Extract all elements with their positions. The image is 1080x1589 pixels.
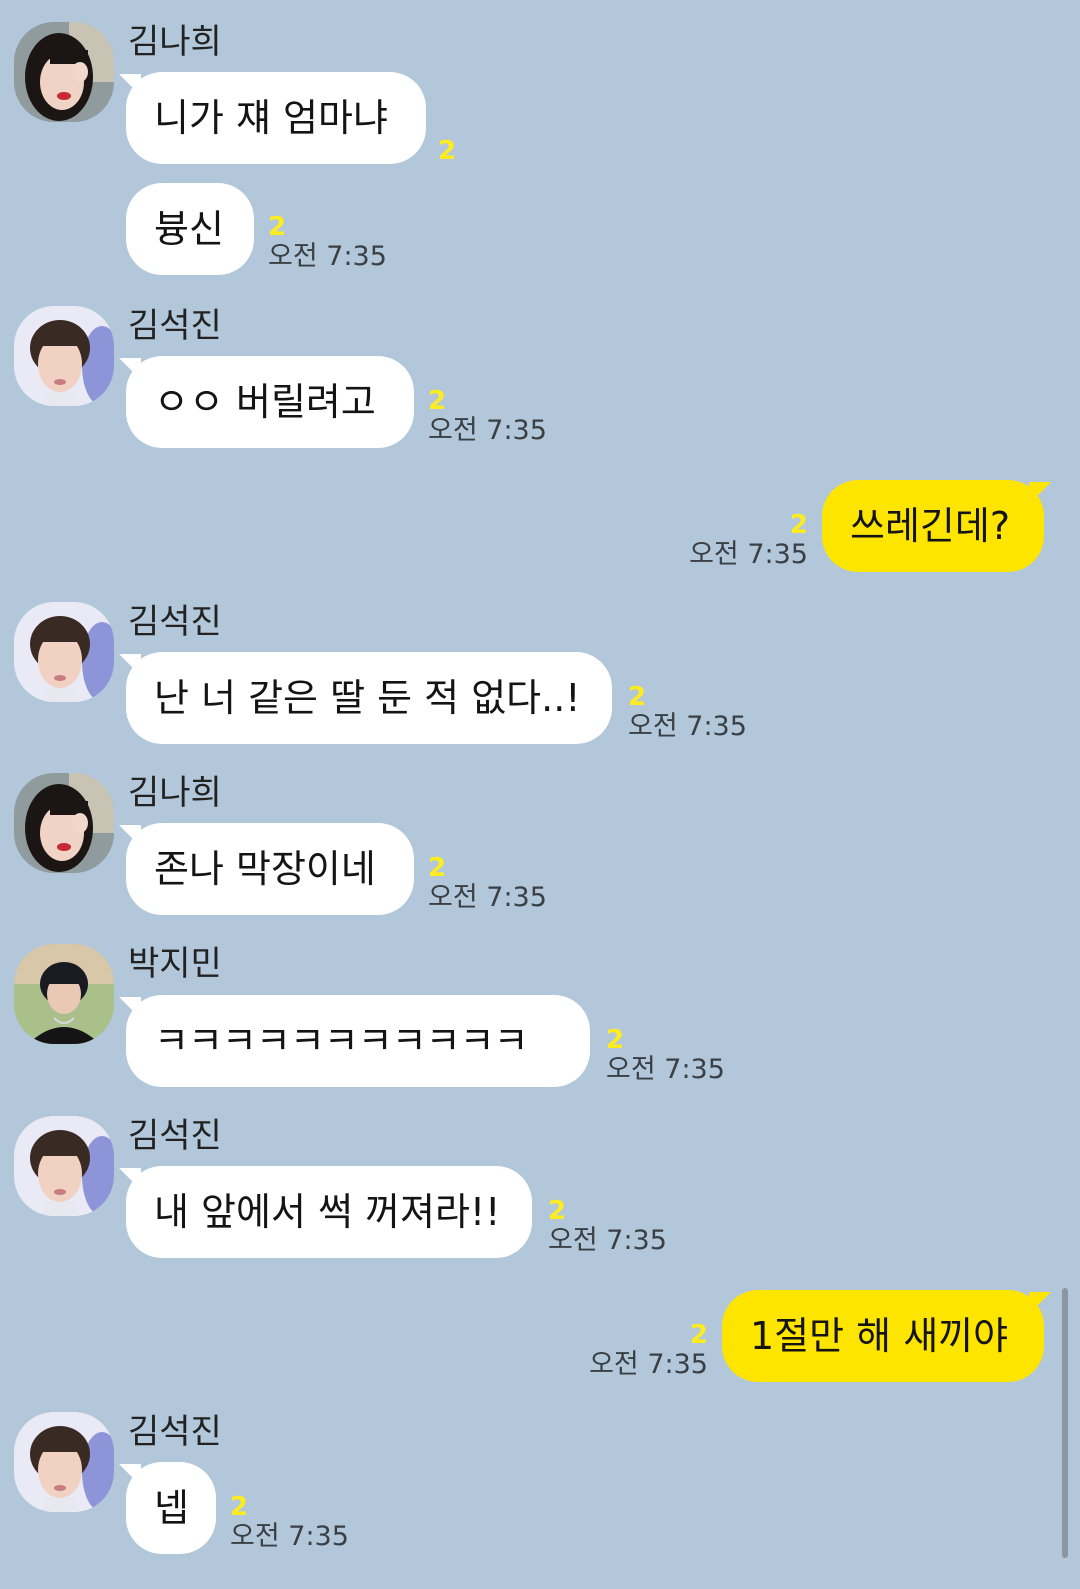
- message-time: 오전 7:35: [689, 539, 808, 570]
- message-text: 븅신: [154, 207, 224, 251]
- sender-name: 김석진: [128, 1116, 222, 1156]
- message-text: 니가 쟤 엄마냐: [154, 96, 388, 140]
- message-text: 넵: [154, 1486, 189, 1530]
- sender-name: 김석진: [128, 1412, 222, 1452]
- message-text: 존나 막장이네: [154, 847, 376, 891]
- unread-count: 2: [230, 1492, 249, 1522]
- message-time: 오전 7:35: [548, 1225, 667, 1256]
- jin-avatar-icon: [14, 306, 114, 406]
- message-meta: 2 오전 7:35: [548, 1196, 667, 1256]
- jin-avatar-icon: [14, 1116, 114, 1216]
- girl-avatar-icon: [14, 22, 114, 122]
- message-text: ㅇㅇ 버릴려고: [154, 380, 376, 424]
- message-bubble[interactable]: 내 앞에서 썩 꺼져라!!: [119, 1166, 532, 1258]
- message-text: 난 너 같은 딸 둔 적 없다..!: [154, 676, 581, 720]
- girl-avatar-icon: [14, 773, 114, 873]
- sender-name: 김석진: [128, 602, 222, 642]
- message-meta: 2 오전 7:35: [230, 1492, 349, 1552]
- unread-count: 2: [428, 386, 447, 416]
- message-bubble[interactable]: ㅇㅇ 버릴려고: [119, 356, 414, 448]
- sender-name: 김나희: [128, 773, 222, 813]
- sender-name: 김나희: [128, 22, 222, 62]
- profile-avatar-kim-nahee[interactable]: [14, 22, 114, 122]
- profile-avatar-kim-seokjin[interactable]: [14, 602, 114, 702]
- profile-avatar-kim-seokjin[interactable]: [14, 1412, 114, 1512]
- message-bubble[interactable]: 넵: [119, 1462, 216, 1554]
- profile-avatar-kim-nahee[interactable]: [14, 773, 114, 873]
- message-time: 오전 7:35: [428, 882, 547, 913]
- message-meta: 2 오전 7:35: [606, 1025, 725, 1085]
- chat-area[interactable]: 김나희 니가 쟤 엄마냐 2 븅신 2 오전 7:35 김석진 ㅇㅇ 버릴려고 …: [0, 0, 1080, 1589]
- my-message-bubble[interactable]: 1절만 해 새끼야: [722, 1290, 1051, 1382]
- message-bubble[interactable]: 븅신: [126, 183, 254, 275]
- sender-name: 박지민: [128, 944, 222, 984]
- message-bubble[interactable]: ㅋㅋㅋㅋㅋㅋㅋㅋㅋㅋㅋ: [119, 995, 590, 1087]
- unread-count: 2: [606, 1025, 625, 1055]
- message-time: 오전 7:35: [230, 1521, 349, 1552]
- message-time: 오전 7:35: [628, 711, 747, 742]
- message-time: 오전 7:35: [268, 241, 387, 272]
- message-text: ㅋㅋㅋㅋㅋㅋㅋㅋㅋㅋㅋ: [154, 1019, 529, 1063]
- jimin-avatar-icon: [14, 944, 114, 1044]
- message-meta: 2 오전 7:35: [628, 682, 747, 742]
- message-time: 오전 7:35: [589, 1349, 708, 1380]
- jin-avatar-icon: [14, 1412, 114, 1512]
- scrollbar[interactable]: [1062, 1288, 1068, 1558]
- message-meta: 2: [438, 136, 456, 166]
- message-meta: 2 오전 7:35: [680, 510, 808, 570]
- unread-count: 2: [628, 682, 647, 712]
- jin-avatar-icon: [14, 602, 114, 702]
- message-bubble[interactable]: 난 너 같은 딸 둔 적 없다..!: [119, 652, 612, 744]
- unread-count: 2: [438, 136, 457, 166]
- message-meta: 2 오전 7:35: [428, 386, 547, 446]
- message-meta: 2 오전 7:35: [428, 853, 547, 913]
- unread-count: 2: [268, 212, 287, 242]
- message-time: 오전 7:35: [606, 1054, 725, 1085]
- profile-avatar-kim-seokjin[interactable]: [14, 306, 114, 406]
- unread-count: 2: [689, 1320, 708, 1350]
- profile-avatar-park-jimin[interactable]: [14, 944, 114, 1044]
- message-bubble[interactable]: 니가 쟤 엄마냐: [119, 72, 426, 164]
- unread-count: 2: [548, 1196, 567, 1226]
- message-text: 1절만 해 새끼야: [750, 1314, 1009, 1358]
- my-message-bubble[interactable]: 쓰레긴데?: [822, 480, 1051, 572]
- unread-count: 2: [789, 510, 808, 540]
- unread-count: 2: [428, 853, 447, 883]
- message-text: 쓰레긴데?: [850, 504, 1011, 548]
- sender-name: 김석진: [128, 306, 222, 346]
- message-bubble[interactable]: 존나 막장이네: [119, 823, 414, 915]
- message-meta: 2 오전 7:35: [268, 212, 387, 272]
- message-meta: 2 오전 7:35: [578, 1320, 708, 1380]
- message-text: 내 앞에서 썩 꺼져라!!: [154, 1190, 501, 1234]
- message-time: 오전 7:35: [428, 415, 547, 446]
- profile-avatar-kim-seokjin[interactable]: [14, 1116, 114, 1216]
